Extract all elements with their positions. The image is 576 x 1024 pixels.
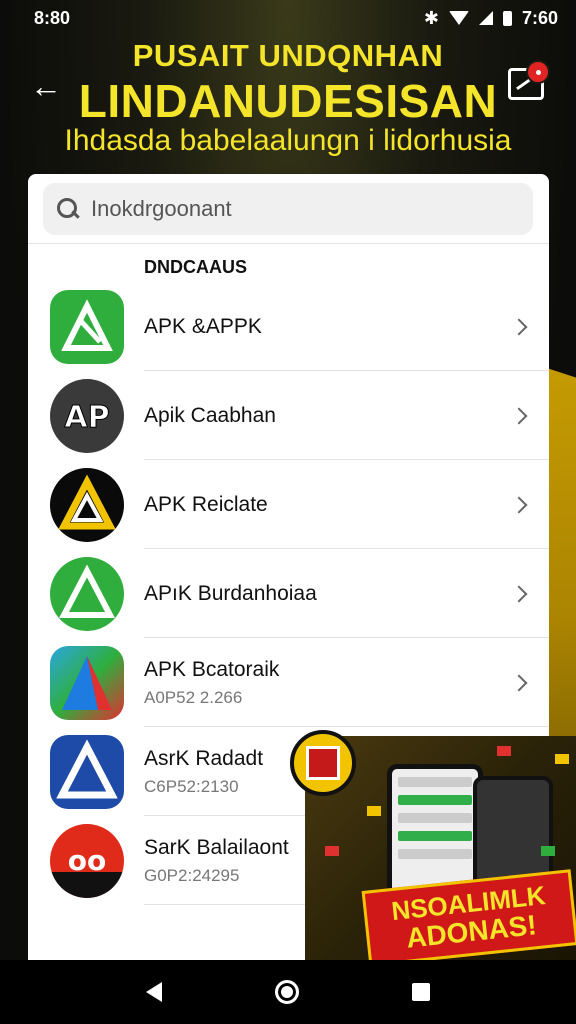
- search-input[interactable]: [91, 195, 491, 222]
- search-icon: [57, 197, 79, 220]
- app-icon-blue-a: [50, 734, 124, 809]
- app-version: G0P2:24295: [144, 865, 240, 885]
- confetti-decoration: [325, 846, 339, 856]
- chevron-right-icon: [510, 674, 528, 691]
- hero-subtitle: Ihdasda babelaalungn i lidorhusia: [64, 124, 512, 157]
- app-icon-dark-ap: AP: [50, 378, 124, 453]
- nav-back-icon[interactable]: [146, 982, 163, 1002]
- svg-text:AP: AP: [64, 400, 109, 435]
- svg-text:oo: oo: [68, 844, 106, 877]
- confetti-decoration: [497, 746, 511, 756]
- app-name: AsrK Radadt: [144, 746, 264, 770]
- status-icons: ✱ 7:60: [424, 8, 558, 29]
- nav-home-icon[interactable]: [274, 980, 299, 1004]
- list-item[interactable]: APK Reiclate: [28, 460, 549, 549]
- list-item[interactable]: APıK Burdanhoiaa: [28, 549, 549, 638]
- app-icon-colorful-a: [50, 645, 124, 720]
- nav-recents-icon[interactable]: [411, 983, 430, 1001]
- search-bar: [28, 174, 549, 244]
- app-name: APK Reiclate: [144, 492, 268, 516]
- signal-icon: [478, 11, 493, 25]
- hero-title-line1: PUSAIT UNDQNHAN: [132, 38, 444, 73]
- notification-badge: [526, 60, 550, 84]
- promo-badge-inner: [306, 746, 340, 780]
- chevron-right-icon: [510, 585, 528, 602]
- app-icon-green-triangle: [50, 289, 124, 364]
- bluetooth-icon: ✱: [423, 7, 439, 28]
- status-time-left: 8:80: [34, 7, 71, 28]
- back-button[interactable]: ←: [26, 66, 66, 106]
- confetti-decoration: [541, 846, 555, 856]
- app-name: APıK Burdanhoiaa: [144, 581, 317, 605]
- app-version: A0P52 2.266: [144, 687, 243, 707]
- app-icon-green-recycle: [50, 556, 124, 631]
- promo-badge-icon[interactable]: [290, 730, 356, 796]
- list-item[interactable]: APK Bcatoraik A0P52 2.266: [28, 638, 549, 727]
- confetti-decoration: [555, 754, 569, 764]
- chevron-right-icon: [510, 496, 528, 513]
- app-name: APK &APPK: [144, 314, 262, 338]
- chevron-right-icon: [510, 407, 528, 424]
- confetti-decoration: [367, 806, 381, 816]
- search-field[interactable]: [43, 182, 533, 235]
- battery-icon: [502, 10, 512, 26]
- chevron-right-icon: [510, 318, 528, 335]
- app-icon-black-yellow-a: [50, 467, 124, 542]
- app-name: Apik Caabhan: [144, 403, 276, 427]
- status-bar: 8:80 ✱ 7:60: [0, 0, 576, 36]
- app-icon-red-infinity: oo: [50, 823, 124, 898]
- section-header: DNDCAAUS: [144, 257, 247, 277]
- app-name: SarK Balailaont: [144, 835, 289, 859]
- system-navigation-bar: [0, 960, 576, 1024]
- list-item[interactable]: AP Apik Caabhan: [28, 371, 549, 460]
- status-time-right: 7:60: [521, 7, 558, 28]
- app-version: C6P52:2130: [144, 776, 239, 796]
- wifi-icon: [448, 11, 469, 25]
- app-name: APK Bcatoraik: [144, 657, 280, 681]
- hero-title-line2: LINDANUDESISAN: [78, 75, 498, 127]
- list-item[interactable]: APK &APPK: [28, 282, 549, 371]
- arrow-left-icon: ←: [30, 67, 62, 104]
